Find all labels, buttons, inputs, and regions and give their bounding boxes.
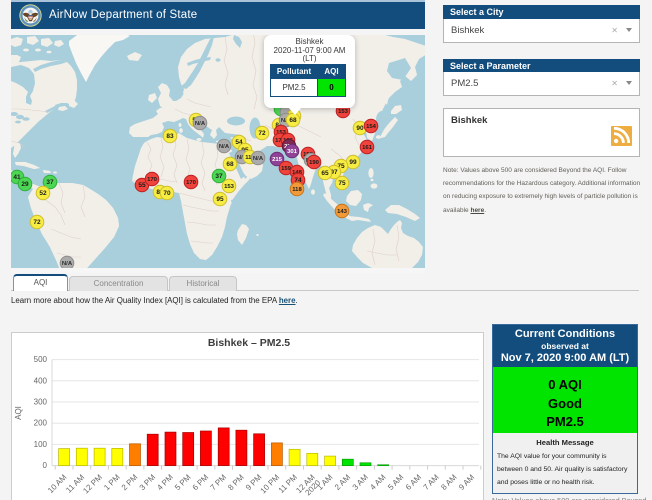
svg-text:9 AM: 9 AM (457, 472, 476, 491)
svg-text:72: 72 (33, 219, 41, 226)
svg-text:170: 170 (186, 180, 197, 186)
svg-text:190: 190 (309, 160, 320, 166)
svg-text:1 AM: 1 AM (315, 472, 334, 491)
svg-text:AQI: AQI (14, 406, 23, 420)
svg-text:29: 29 (21, 181, 29, 188)
svg-text:37: 37 (215, 173, 223, 180)
svg-text:5 AM: 5 AM (386, 472, 405, 491)
svg-text:161: 161 (362, 145, 373, 151)
svg-text:7 AM: 7 AM (422, 472, 441, 491)
svg-text:7 PM: 7 PM (209, 472, 229, 492)
svg-text:153: 153 (224, 184, 235, 190)
svg-text:6 AM: 6 AM (404, 472, 423, 491)
svg-text:2 AM: 2 AM (333, 472, 352, 491)
svg-text:N/A: N/A (253, 156, 264, 162)
svg-text:200: 200 (34, 419, 48, 428)
svg-text:215: 215 (272, 157, 283, 163)
svg-text:118: 118 (292, 187, 302, 193)
svg-text:10 AM: 10 AM (46, 472, 69, 495)
svg-text:N/A: N/A (219, 144, 230, 150)
svg-text:N/A: N/A (62, 261, 73, 267)
svg-text:99: 99 (349, 159, 357, 166)
svg-text:10 PM: 10 PM (259, 472, 282, 495)
svg-text:154: 154 (366, 124, 377, 130)
svg-text:75: 75 (338, 180, 346, 187)
svg-text:4 PM: 4 PM (155, 472, 175, 492)
svg-text:100: 100 (34, 440, 48, 449)
svg-text:0: 0 (43, 461, 48, 470)
svg-text:4 AM: 4 AM (368, 472, 387, 491)
svg-text:8 PM: 8 PM (226, 472, 246, 492)
svg-text:143: 143 (337, 209, 348, 215)
svg-text:5 PM: 5 PM (173, 472, 193, 492)
svg-text:3 AM: 3 AM (351, 472, 370, 491)
svg-text:301: 301 (287, 149, 298, 155)
svg-text:153: 153 (338, 109, 349, 115)
svg-text:12 PM: 12 PM (81, 472, 104, 495)
svg-text:400: 400 (34, 376, 48, 385)
svg-text:3 PM: 3 PM (138, 472, 158, 492)
svg-text:70: 70 (163, 190, 171, 197)
svg-text:170: 170 (147, 177, 158, 183)
svg-text:83: 83 (166, 133, 174, 140)
svg-text:Bishkek – PM2.5: Bishkek – PM2.5 (208, 337, 290, 349)
svg-text:68: 68 (226, 161, 234, 168)
svg-text:65: 65 (321, 170, 329, 177)
svg-text:52: 52 (39, 190, 47, 197)
svg-text:500: 500 (34, 355, 48, 364)
svg-text:72: 72 (258, 130, 266, 137)
svg-text:300: 300 (34, 398, 48, 407)
svg-text:90: 90 (356, 125, 364, 132)
svg-text:68: 68 (289, 117, 297, 124)
svg-text:N/A: N/A (195, 121, 206, 127)
svg-text:2 PM: 2 PM (120, 472, 140, 492)
svg-text:55: 55 (138, 182, 146, 189)
svg-text:6 PM: 6 PM (191, 472, 211, 492)
svg-text:37: 37 (46, 179, 54, 186)
svg-text:1 PM: 1 PM (102, 472, 122, 492)
svg-text:8 AM: 8 AM (439, 472, 458, 491)
svg-text:95: 95 (216, 196, 224, 203)
